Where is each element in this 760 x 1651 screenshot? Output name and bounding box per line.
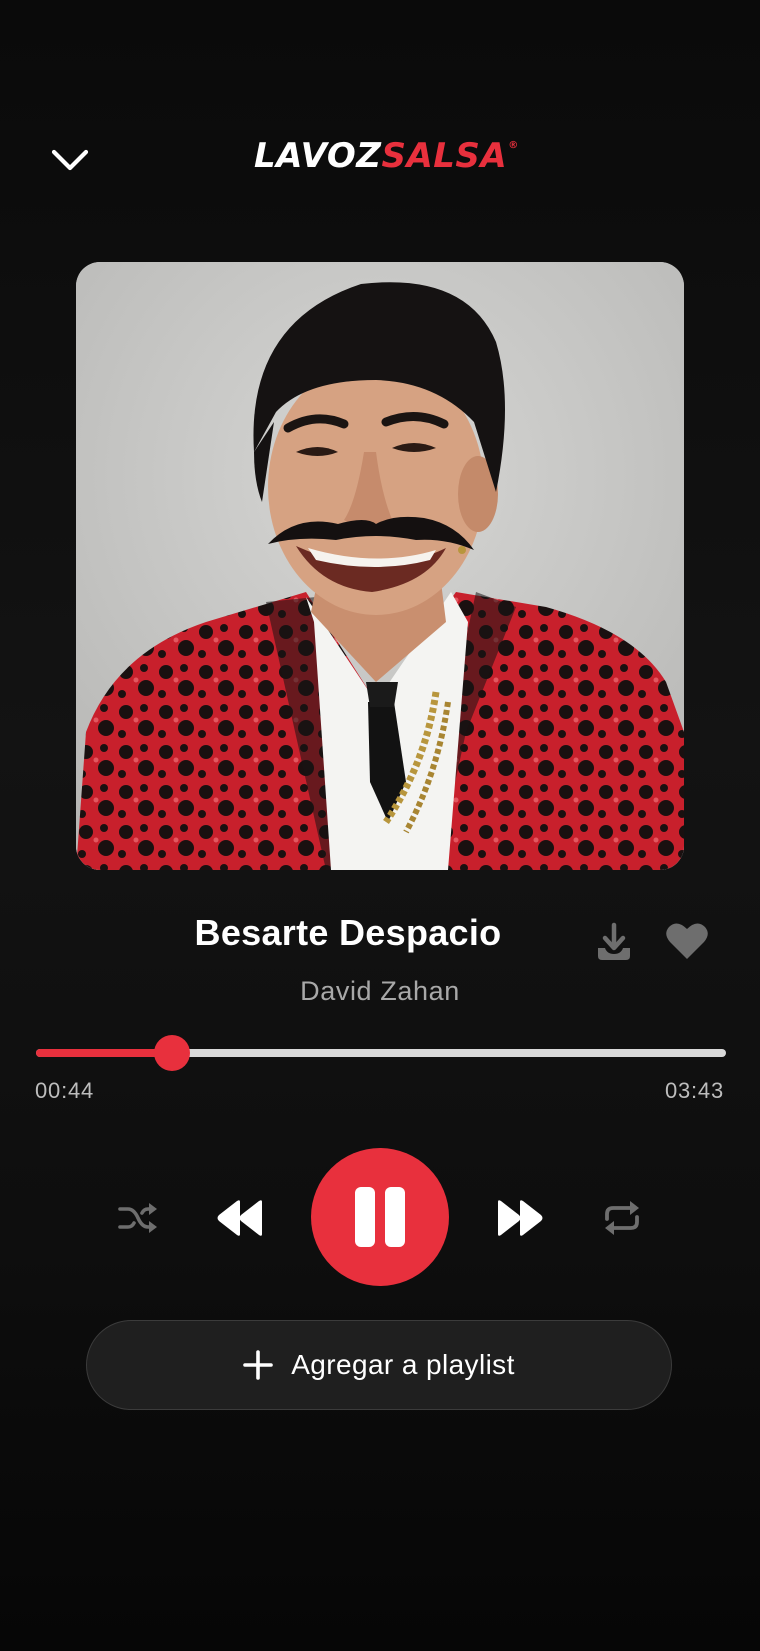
download-button[interactable] bbox=[592, 920, 636, 964]
logo-text-lavoz: LAVOZ bbox=[254, 136, 382, 176]
heart-icon bbox=[666, 923, 708, 959]
repeat-icon bbox=[605, 1201, 639, 1235]
shuffle-icon bbox=[118, 1203, 157, 1233]
fast-forward-icon bbox=[498, 1200, 543, 1236]
chevron-down-icon bbox=[51, 149, 89, 171]
brand-logo: LAVOZ SALSA ® bbox=[254, 132, 519, 180]
progress-fill bbox=[36, 1049, 172, 1057]
add-to-playlist-label: Agregar a playlist bbox=[291, 1349, 515, 1380]
rewind-icon bbox=[217, 1200, 262, 1236]
logo-registered-mark: ® bbox=[508, 140, 519, 151]
playback-progress-slider[interactable] bbox=[36, 1035, 726, 1071]
previous-track-button[interactable] bbox=[212, 1190, 268, 1246]
logo-text-salsa: SALSA bbox=[381, 136, 508, 176]
track-artist: David Zahan bbox=[300, 976, 460, 1006]
download-icon bbox=[598, 922, 630, 960]
favorite-button[interactable] bbox=[662, 918, 712, 964]
plus-icon bbox=[243, 1350, 274, 1380]
collapse-player-button[interactable] bbox=[44, 138, 96, 182]
next-track-button[interactable] bbox=[492, 1190, 548, 1246]
track-title: Besarte Despacio bbox=[194, 912, 502, 953]
now-playing-screen: LAVOZ SALSA ® Besarte Despacio David Zah… bbox=[0, 0, 760, 1651]
progress-thumb[interactable] bbox=[153, 1035, 190, 1071]
repeat-button[interactable] bbox=[596, 1192, 648, 1244]
play-pause-button[interactable] bbox=[311, 1148, 449, 1286]
elapsed-time: 00:44 bbox=[35, 1078, 95, 1103]
total-time: 03:43 bbox=[664, 1078, 724, 1103]
add-to-playlist-button[interactable]: Agregar a playlist bbox=[86, 1320, 672, 1410]
album-artwork bbox=[76, 262, 684, 870]
shuffle-button[interactable] bbox=[112, 1192, 164, 1244]
pause-icon bbox=[355, 1187, 405, 1247]
